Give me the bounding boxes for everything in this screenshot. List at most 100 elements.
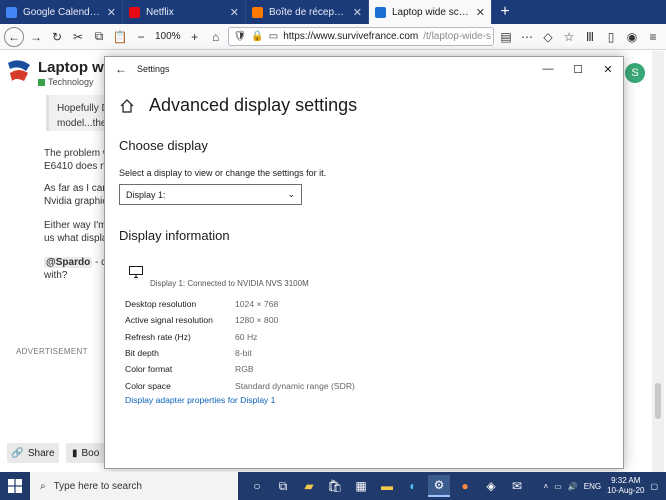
zoom-level[interactable]: 100%	[153, 31, 183, 42]
shield-icon[interactable]: 🛡	[234, 31, 247, 42]
bookmark-icon: ▮	[72, 447, 78, 459]
info-key: Color format	[125, 364, 173, 375]
taskbar-clock[interactable]: 9:32 AM 10-Aug-20	[607, 476, 644, 496]
window-title: Settings	[137, 64, 170, 74]
url-host: https://www.survivefrance.com	[283, 31, 419, 42]
url-path: /t/laptop-wide-s	[423, 31, 492, 42]
copy-icon[interactable]: ⧉	[90, 28, 108, 46]
account-icon[interactable]: ◉	[623, 28, 641, 46]
info-value: Standard dynamic range (SDR)	[235, 380, 355, 391]
info-row: Refresh rate (Hz) 60 Hz	[125, 329, 355, 345]
settings-gear-icon[interactable]: ⚙	[428, 475, 450, 497]
select-display-label: Select a display to view or change the s…	[119, 168, 327, 178]
sidebar-icon[interactable]: ▯	[602, 28, 620, 46]
maximize-button[interactable]: ☐	[563, 63, 593, 76]
more-actions-icon[interactable]: ⋯	[518, 28, 536, 46]
text-line: Nvidia graphic	[44, 196, 106, 207]
paste-icon[interactable]: 📋	[111, 28, 129, 46]
tab-mail[interactable]: Boîte de réception - mail ✕	[246, 0, 369, 24]
zoom-in-button[interactable]: +	[186, 28, 204, 46]
bookmark-star-icon[interactable]: ☆	[560, 28, 578, 46]
text-line: As far as I can	[44, 183, 106, 194]
info-key: Desktop resolution	[125, 299, 197, 310]
tab-label: Laptop wide screen mar	[392, 6, 470, 18]
display-select-dropdown[interactable]: Display 1: ⌄	[119, 184, 302, 205]
edge-icon[interactable]: ◐	[402, 475, 424, 497]
volume-icon[interactable]: 🔊	[568, 482, 578, 491]
network-icon[interactable]: ▭	[554, 482, 562, 491]
site-title[interactable]: Laptop wi	[38, 59, 108, 76]
page-header: Advanced display settings	[119, 95, 357, 116]
close-icon[interactable]: ✕	[476, 6, 485, 19]
page-scrollbar[interactable]	[652, 51, 664, 472]
post-paragraph: @Spardo - do with?	[44, 256, 106, 282]
user-mention[interactable]: @Spardo	[44, 257, 93, 268]
info-value: 8-bit	[235, 348, 252, 359]
file-explorer-icon[interactable]: ▰	[298, 475, 320, 497]
calculator-icon[interactable]: ▦	[350, 475, 372, 497]
tab-label: Google Calendar - Week	[23, 6, 101, 18]
permissions-icon[interactable]: ▭	[269, 31, 278, 42]
bookmark-button[interactable]: ▮ Boo	[66, 443, 108, 463]
site-logo-icon[interactable]	[6, 59, 32, 83]
display-adapter-properties-link[interactable]: Display adapter properties for Display 1	[125, 395, 275, 405]
task-view-icon[interactable]: ⧉	[272, 475, 294, 497]
info-key: Color space	[125, 380, 171, 391]
selected-display-value: Display 1:	[126, 189, 166, 200]
forward-button[interactable]: →	[27, 28, 45, 46]
notifications-icon[interactable]: ▢	[650, 482, 658, 491]
close-button[interactable]: ✕	[593, 63, 623, 76]
reload-button[interactable]: ↻	[48, 28, 66, 46]
avatar[interactable]: S	[625, 63, 645, 83]
new-tab-button[interactable]: +	[492, 0, 518, 24]
tab-google-calendar[interactable]: Google Calendar - Week ✕	[0, 0, 123, 24]
info-value: 1024 × 768	[235, 299, 279, 310]
taskbar-search-box[interactable]: ⌕ Type here to search	[30, 472, 238, 500]
windows-taskbar: ⌕ Type here to search ○ ⧉ ▰ 🛍 ▦ ▬ ◐ ⚙ ● …	[0, 472, 666, 500]
url-bar[interactable]: 🛡 🔒 ▭ https://www.survivefrance.com/t/la…	[227, 27, 494, 46]
folder-icon[interactable]: ▬	[376, 475, 398, 497]
zoom-out-button[interactable]: −	[132, 28, 150, 46]
system-tray: ˄ ▭ 🔊 ENG 9:32 AM 10-Aug-20 ▢	[544, 476, 666, 496]
tab-laptop-wide-screen[interactable]: Laptop wide screen mar ✕	[369, 0, 492, 24]
firefox-icon[interactable]: ●	[454, 475, 476, 497]
close-icon[interactable]: ✕	[353, 6, 362, 19]
tab-netflix[interactable]: Netflix ✕	[123, 0, 246, 24]
pocket-icon[interactable]: ◇	[539, 28, 557, 46]
scrollbar-thumb[interactable]	[655, 383, 661, 419]
share-label: Share	[27, 447, 55, 459]
windows-logo-icon	[8, 479, 22, 493]
app-icon[interactable]: ◈	[480, 475, 502, 497]
home-icon[interactable]	[119, 98, 135, 114]
start-button[interactable]	[0, 472, 30, 500]
category-badge[interactable]: Technology	[38, 77, 94, 87]
home-button[interactable]: ⌂	[207, 28, 225, 46]
back-arrow-icon[interactable]: ←	[115, 62, 137, 76]
menu-icon[interactable]: ≡	[644, 28, 662, 46]
cut-icon[interactable]: ✂	[69, 28, 87, 46]
chevron-up-icon[interactable]: ˄	[544, 482, 549, 491]
taskbar-apps: ○ ⧉ ▰ 🛍 ▦ ▬ ◐ ⚙ ● ◈ ✉	[246, 475, 528, 497]
display-info-table: Desktop resolution 1024 × 768 Active sign…	[125, 296, 355, 394]
close-icon[interactable]: ✕	[107, 6, 116, 19]
search-icon: ⌕	[40, 480, 46, 492]
lock-icon[interactable]: 🔒	[251, 31, 263, 42]
settings-titlebar: ← Settings — ☐ ✕	[105, 57, 623, 81]
reader-view-icon[interactable]: ▤	[497, 28, 515, 46]
minimize-button[interactable]: —	[533, 63, 563, 75]
close-icon[interactable]: ✕	[230, 6, 239, 19]
cortana-icon[interactable]: ○	[246, 475, 268, 497]
post-paragraph: The problem w E6410 does no	[44, 147, 106, 173]
info-key: Refresh rate (Hz)	[125, 331, 191, 342]
text-line: with?	[44, 270, 68, 281]
mail-icon[interactable]: ✉	[506, 475, 528, 497]
language-indicator[interactable]: ENG	[584, 482, 601, 491]
info-row: Color space Standard dynamic range (SDR)	[125, 377, 355, 393]
back-button[interactable]: ←	[4, 26, 24, 47]
share-button[interactable]: 🔗 Share	[7, 443, 59, 463]
library-icon[interactable]: Ⅲ	[581, 28, 599, 46]
info-row: Active signal resolution 1280 × 800	[125, 312, 355, 328]
store-icon[interactable]: 🛍	[324, 475, 346, 497]
share-icon: 🔗	[11, 447, 24, 459]
chevron-down-icon: ⌄	[287, 189, 295, 199]
